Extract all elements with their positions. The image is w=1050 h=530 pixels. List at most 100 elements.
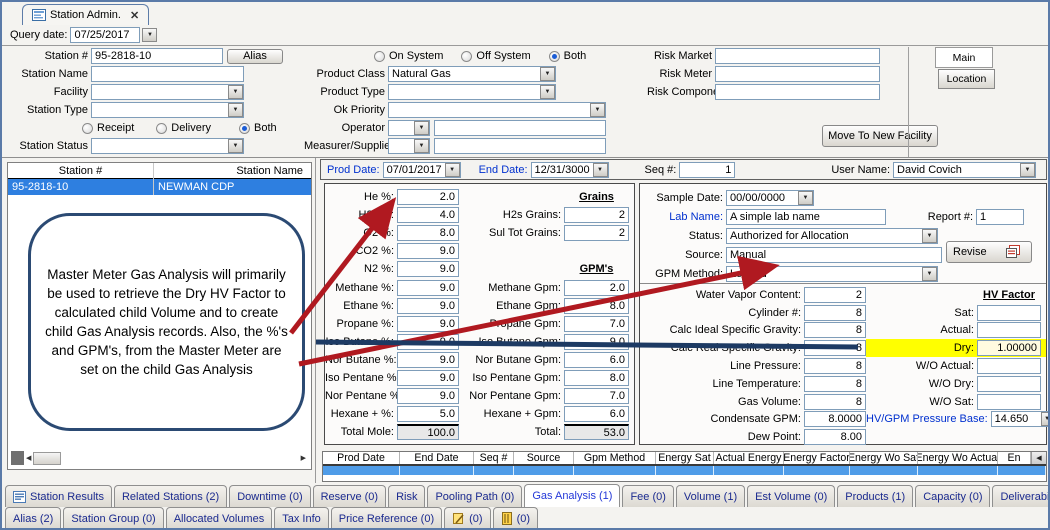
delivery-radio[interactable] — [156, 123, 167, 134]
tab-risk[interactable]: Risk — [388, 485, 425, 507]
risk-meter-input[interactable] — [715, 66, 880, 82]
receipt-radio[interactable] — [82, 123, 93, 134]
chevron-down-icon[interactable]: ▼ — [228, 85, 243, 99]
tab-fee[interactable]: Fee (0) — [622, 485, 673, 507]
station-type-select[interactable]: ▼ — [91, 102, 244, 118]
chevron-down-icon[interactable]: ▼ — [540, 85, 555, 99]
on-system-radio[interactable] — [374, 51, 385, 62]
dew-point-input[interactable]: 8.00 — [804, 429, 866, 445]
condensate-gpm-input[interactable]: 8.0000 — [804, 411, 866, 427]
tab-est-volume[interactable]: Est Volume (0) — [747, 485, 835, 507]
chevron-down-icon[interactable]: ▼ — [1041, 412, 1050, 426]
operator-name-input[interactable] — [434, 120, 606, 136]
cylinder-input[interactable]: 8 — [804, 305, 866, 321]
product-type-select[interactable]: ▼ — [388, 84, 556, 100]
tab-exit[interactable]: (0) — [493, 507, 538, 529]
system-both-radio[interactable] — [549, 51, 560, 62]
operator-code-select[interactable]: ▼ — [388, 120, 430, 136]
methane-gpm-input[interactable]: 2.0 — [564, 280, 629, 296]
tab-alias[interactable]: Alias (2) — [5, 507, 61, 529]
scroll-left-icon[interactable]: ◀ — [24, 454, 33, 462]
co2-pct-input[interactable]: 9.0 — [397, 243, 459, 259]
grid-selected-row[interactable] — [323, 466, 1046, 475]
iso-pentane-gpm-input[interactable]: 8.0 — [564, 370, 629, 386]
chevron-down-icon[interactable]: ▼ — [228, 139, 243, 153]
n2-pct-input[interactable]: 9.0 — [397, 261, 459, 277]
ethane-gpm-input[interactable]: 8.0 — [564, 298, 629, 314]
o2-pct-input[interactable]: 8.0 — [397, 225, 459, 241]
chevron-down-icon[interactable]: ▼ — [922, 267, 937, 281]
chevron-down-icon[interactable]: ▼ — [1020, 163, 1035, 177]
tab-gas-analysis[interactable]: Gas Analysis (1) — [524, 484, 620, 507]
lab-name-input[interactable]: A simple lab name — [726, 209, 886, 225]
alias-button[interactable]: Alias — [227, 49, 283, 64]
chevron-down-icon[interactable]: ▼ — [590, 103, 605, 117]
tab-station-group[interactable]: Station Group (0) — [63, 507, 163, 529]
measurer-name-input[interactable] — [434, 138, 606, 154]
risk-market-input[interactable] — [715, 48, 880, 64]
iso-pentane-pct-input[interactable]: 9.0 — [397, 370, 459, 386]
tab-reserve[interactable]: Reserve (0) — [313, 485, 386, 507]
station-number-input[interactable]: 95-2818-10 — [91, 48, 223, 64]
hv-sat-input[interactable] — [977, 305, 1041, 321]
off-system-radio[interactable] — [461, 51, 472, 62]
both-radio[interactable] — [239, 123, 250, 134]
query-date-input[interactable]: 07/25/2017 — [70, 27, 140, 43]
revise-button[interactable]: Revise — [946, 241, 1032, 263]
grid-scroll-button[interactable]: ◀ — [1031, 452, 1046, 464]
line-pressure-input[interactable]: 8 — [804, 358, 866, 374]
source-input[interactable]: Manual — [726, 247, 942, 263]
chevron-down-icon[interactable]: ▼ — [593, 163, 608, 177]
scroll-right-icon[interactable]: ▶ — [299, 454, 308, 462]
ok-priority-select[interactable]: ▼ — [388, 102, 606, 118]
ideal-sg-input[interactable]: 8 — [804, 322, 866, 338]
chevron-down-icon[interactable]: ▼ — [798, 191, 813, 205]
user-name-select[interactable]: David Covich▼ — [893, 162, 1036, 178]
tab-pooling-path[interactable]: Pooling Path (0) — [427, 485, 522, 507]
hv-dry-input[interactable]: 1.00000 — [977, 340, 1041, 356]
h2s-pct-input[interactable]: 4.0 — [397, 207, 459, 223]
query-date-dropdown[interactable]: ▼ — [142, 28, 157, 42]
prod-date-input[interactable]: 07/01/2017▼ — [383, 162, 461, 178]
sample-date-input[interactable]: 00/00/0000▼ — [726, 190, 814, 206]
methane-pct-input[interactable]: 9.0 — [397, 280, 459, 296]
facility-select[interactable]: ▼ — [91, 84, 244, 100]
iso-butane-gpm-input[interactable]: 9.0 — [564, 334, 629, 350]
move-to-new-facility-button[interactable]: Move To New Facility — [822, 125, 938, 147]
hexane-gpm-input[interactable]: 6.0 — [564, 406, 629, 422]
chevron-down-icon[interactable]: ▼ — [445, 163, 460, 177]
line-temp-input[interactable]: 8 — [804, 376, 866, 392]
chevron-down-icon[interactable]: ▼ — [228, 103, 243, 117]
sul-tot-grains-input[interactable]: 2 — [564, 225, 629, 241]
tab-capacity[interactable]: Capacity (0) — [915, 485, 990, 507]
station-status-select[interactable]: ▼ — [91, 138, 244, 154]
iso-butane-pct-input[interactable]: 9.0 — [397, 334, 459, 350]
end-date-input[interactable]: 12/31/3000▼ — [531, 162, 609, 178]
hexane-pct-input[interactable]: 5.0 — [397, 406, 459, 422]
pressure-base-select[interactable]: 14.650▼ — [991, 411, 1050, 427]
station-name-input[interactable] — [91, 66, 244, 82]
nor-pentane-gpm-input[interactable]: 7.0 — [564, 388, 629, 404]
tab-price-reference[interactable]: Price Reference (0) — [331, 507, 442, 529]
status-select[interactable]: Authorized for Allocation▼ — [726, 228, 938, 244]
tab-main[interactable]: Main — [935, 47, 993, 68]
nor-butane-pct-input[interactable]: 9.0 — [397, 352, 459, 368]
water-vapor-input[interactable]: 2 — [804, 287, 866, 303]
real-sg-input[interactable]: 8 — [804, 340, 866, 356]
tab-location[interactable]: Location — [938, 69, 995, 89]
hv-wo-dry-input[interactable] — [977, 376, 1041, 392]
tab-station-results[interactable]: Station Results — [5, 485, 112, 507]
tab-related-stations[interactable]: Related Stations (2) — [114, 485, 227, 507]
report-number-input[interactable]: 1 — [976, 209, 1024, 225]
gas-volume-input[interactable]: 8 — [804, 394, 866, 410]
scrollbar-thumb[interactable] — [33, 452, 61, 465]
horizontal-scrollbar[interactable]: ◀ ▶ — [11, 450, 308, 466]
tab-notes[interactable]: (0) — [444, 507, 490, 529]
hv-actual-input[interactable] — [977, 322, 1041, 338]
h2s-grains-input[interactable]: 2 — [564, 207, 629, 223]
tab-volume[interactable]: Volume (1) — [676, 485, 745, 507]
seq-input[interactable]: 1 — [679, 162, 735, 178]
splitter-handle[interactable] — [11, 451, 24, 465]
close-icon[interactable]: ✕ — [130, 9, 139, 22]
measurer-code-select[interactable]: ▼ — [388, 138, 430, 154]
